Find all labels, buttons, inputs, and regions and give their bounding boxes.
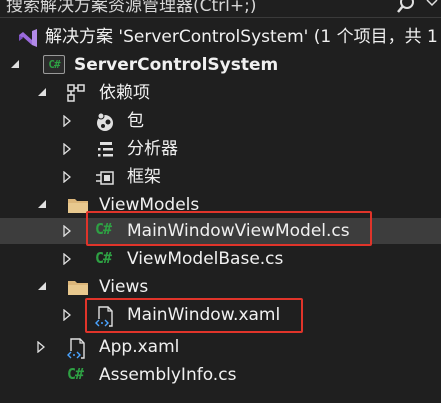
collapsed-arrow-icon[interactable] <box>63 143 71 155</box>
search-placeholder[interactable]: 搜索解决方案资源管理器(Ctrl+;) <box>6 0 256 16</box>
csharp-file-icon: C# <box>95 249 112 267</box>
expanded-arrow-icon[interactable] <box>37 199 47 209</box>
tree-item-analyzers[interactable]: 分析器 <box>0 136 441 164</box>
collapsed-arrow-icon[interactable] <box>63 253 71 265</box>
tree-item-packages[interactable]: 包 <box>0 108 441 136</box>
tree-item-assemblyinfo[interactable]: C# AssemblyInfo.cs <box>0 362 441 390</box>
analyzers-label: 分析器 <box>127 139 178 159</box>
collapsed-arrow-icon[interactable] <box>63 171 71 183</box>
chevron-down-icon[interactable] <box>426 0 438 14</box>
expanded-arrow-icon[interactable] <box>37 87 47 97</box>
dependencies-label: 依赖项 <box>99 83 150 103</box>
project-label: ServerControlSystem <box>74 55 279 75</box>
collapsed-arrow-icon[interactable] <box>37 341 45 353</box>
views-folder-label: Views <box>99 277 149 297</box>
solution-label: 解决方案 'ServerControlSystem' (1 个项目，共 1 <box>45 27 438 47</box>
tree-item-project[interactable]: C# ServerControlSystem <box>0 52 441 80</box>
solution-icon <box>19 29 37 47</box>
analyzer-icon <box>98 142 113 157</box>
tree-item-solution[interactable]: 解决方案 'ServerControlSystem' (1 个项目，共 1 <box>0 24 441 52</box>
xaml-file-icon <box>67 338 85 359</box>
assemblyinfo-label: AssemblyInfo.cs <box>99 365 237 385</box>
csharp-project-icon: C# <box>43 55 65 74</box>
viewmodelbase-label: ViewModelBase.cs <box>127 249 284 269</box>
tree-item-mainwindow-xaml[interactable]: MainWindow.xaml <box>0 302 441 330</box>
folder-icon <box>68 281 88 295</box>
expanded-arrow-icon[interactable] <box>10 59 20 69</box>
tree-item-views-folder[interactable]: Views <box>0 274 441 302</box>
search-bar[interactable]: 搜索解决方案资源管理器(Ctrl+;) <box>0 0 441 18</box>
collapsed-arrow-icon[interactable] <box>63 309 71 321</box>
mainwindowviewmodel-label: MainWindowViewModel.cs <box>127 221 350 241</box>
dependencies-icon <box>67 84 85 102</box>
collapsed-arrow-icon[interactable] <box>63 115 71 127</box>
packages-label: 包 <box>127 111 144 131</box>
tree-item-mainwindowviewmodel[interactable]: C# MainWindowViewModel.cs <box>0 218 441 244</box>
viewmodels-folder-label: ViewModels <box>99 195 200 215</box>
csharp-file-icon: C# <box>67 365 84 383</box>
package-icon <box>97 112 113 131</box>
collapsed-arrow-icon[interactable] <box>63 225 71 237</box>
expanded-arrow-icon[interactable] <box>37 281 47 291</box>
folder-icon <box>68 199 88 213</box>
search-icon[interactable] <box>395 0 417 16</box>
app-xaml-label: App.xaml <box>99 337 180 357</box>
tree-item-viewmodelbase[interactable]: C# ViewModelBase.cs <box>0 246 441 274</box>
csharp-file-icon: C# <box>95 220 112 238</box>
tree-item-app-xaml[interactable]: App.xaml <box>0 334 441 362</box>
tree-item-dependencies[interactable]: 依赖项 <box>0 80 441 108</box>
framework-icon <box>96 171 114 185</box>
tree-item-viewmodels-folder[interactable]: ViewModels <box>0 192 441 220</box>
frameworks-label: 框架 <box>127 167 161 187</box>
mainwindow-xaml-label: MainWindow.xaml <box>127 305 281 325</box>
tree-item-frameworks[interactable]: 框架 <box>0 164 441 192</box>
xaml-file-icon <box>95 306 113 327</box>
